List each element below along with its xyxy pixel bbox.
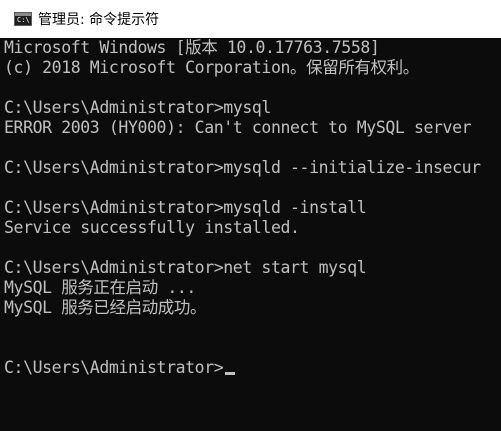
- console-line: C:\Users\Administrator>mysqld -install: [4, 198, 367, 217]
- console-line: MySQL 服务正在启动 ...: [4, 278, 196, 297]
- console-line: ERROR 2003 (HY000): Can't connect to MyS…: [4, 118, 472, 137]
- console-line: C:\Users\Administrator>mysql: [4, 98, 271, 117]
- console-line: Microsoft Windows [版本 10.0.17763.7558]: [4, 38, 380, 57]
- title-bar[interactable]: C:\ 管理员: 命令提示符: [0, 0, 501, 38]
- console-line: Service successfully installed.: [4, 218, 300, 237]
- cmd-icon: C:\: [14, 12, 32, 26]
- console-output[interactable]: Microsoft Windows [版本 10.0.17763.7558] (…: [0, 38, 501, 431]
- console-line: C:\Users\Administrator>mysqld --initiali…: [4, 158, 481, 177]
- console-line: (c) 2018 Microsoft Corporation。保留所有权利。: [4, 58, 419, 77]
- console-line: MySQL 服务已经启动成功。: [4, 298, 207, 317]
- prompt-text: C:\Users\Administrator>: [4, 358, 224, 377]
- prompt-line[interactable]: C:\Users\Administrator>: [4, 358, 236, 378]
- window-title: 管理员: 命令提示符: [38, 12, 160, 28]
- command-prompt-window: C:\ 管理员: 命令提示符 Microsoft Windows [版本 10.…: [0, 0, 501, 431]
- text-cursor: [225, 372, 236, 375]
- console-line: C:\Users\Administrator>net start mysql: [4, 258, 367, 277]
